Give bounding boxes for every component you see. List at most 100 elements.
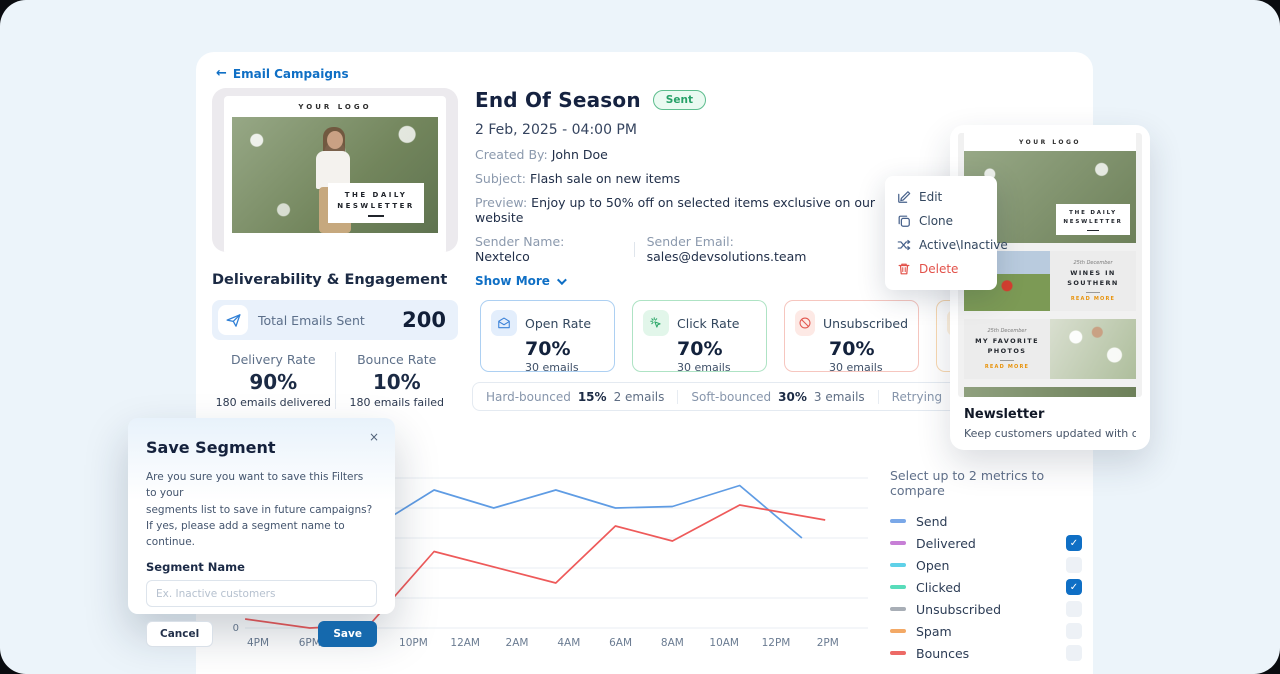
legend-item-clicked: Clicked ✓ [890,576,1082,598]
legend-item-delivered: Delivered ✓ [890,532,1082,554]
stat-soft-bounced: Soft-bounced 30% 3 emails [677,390,877,404]
cancel-button[interactable]: Cancel [146,621,213,647]
sender-name: Sender Name: Nextelco [475,234,622,264]
total-emails-sent-card: Total Emails Sent 200 [212,300,458,340]
legend-label: Open [916,558,1056,573]
campaign-datetime: 2 Feb, 2025 - 04:00 PM [475,122,895,138]
total-emails-label: Total Emails Sent [258,313,392,328]
paper-plane-icon [218,305,248,335]
blocked-icon [795,310,815,336]
legend-label: Delivered [916,536,1056,551]
clone-icon [897,214,911,228]
shuffle-icon [897,238,911,252]
read-more-link[interactable]: READ MORE [985,364,1029,370]
metric-checkbox-delivered[interactable]: ✓ [1066,535,1082,551]
segment-name-label: Segment Name [146,560,377,574]
legend-label: Bounces [916,646,1056,661]
bounce-rate: Bounce Rate 10% 180 emails failed [335,352,459,409]
sender-email: Sender Email: sales@devsolutions.team [647,234,895,264]
newsletter-logo-text: YOUR LOGO [964,133,1136,151]
delivery-bounce-row: Delivery Rate 90% 180 emails delivered B… [212,352,458,409]
svg-text:12PM: 12PM [762,637,791,649]
legend-item-send: Send [890,510,1082,532]
read-more-link[interactable]: READ MORE [1071,296,1115,302]
left-arrow-icon: ← [216,66,227,81]
stat-hard-bounced: Hard-bounced 15% 2 emails [473,390,677,404]
template-name: Newsletter [964,407,1136,422]
legend-label: Spam [916,624,1056,639]
subject-row: Subject: Flash sale on new items [475,171,895,186]
back-link-label: Email Campaigns [233,67,349,81]
click-icon [643,310,669,336]
svg-text:2AM: 2AM [506,637,529,649]
legend-swatch [890,607,906,611]
trash-icon [897,262,911,276]
modal-body-text: Are you sure you want to save this Filte… [146,469,377,550]
save-button[interactable]: Save [318,621,377,647]
svg-text:2PM: 2PM [817,637,839,649]
article-photo-partial [964,387,1136,397]
legend-swatch [890,629,906,633]
metric-checkbox-clicked[interactable]: ✓ [1066,579,1082,595]
bounce-breakdown-bar: Hard-bounced 15% 2 emails Soft-bounced 3… [472,382,970,411]
legend-item-unsubscribed: Unsubscribed [890,598,1082,620]
legend-swatch [890,585,906,589]
legend-item-spam: Spam [890,620,1082,642]
metric-checkbox-unsubscribed[interactable] [1066,601,1082,617]
menu-item-clone[interactable]: Clone [885,209,997,233]
svg-text:8AM: 8AM [661,637,684,649]
newsletter-logo-text: YOUR LOGO [224,96,446,117]
campaign-details: End Of Season Sent 2 Feb, 2025 - 04:00 P… [475,88,895,288]
menu-item-active-inactive[interactable]: Active\Inactive [885,233,997,257]
show-more-button[interactable]: Show More [475,274,895,288]
newsletter-article-photos: 25th December MY FAVORITEPHOTOS READ MOR… [964,319,1136,379]
open-rate-card: Open Rate 70% 30 emails [480,300,615,372]
section-heading-deliverability: Deliverability & Engagement [212,272,447,288]
newsletter-title-banner: THE DAILY NESWLETTER [1056,204,1130,235]
newsletter-title-banner: THE DAILY NESWLETTER [328,183,424,223]
metric-compare-panel: Select up to 2 metrics to compare Send De… [890,468,1082,664]
legend-title: Select up to 2 metrics to compare [890,468,1082,498]
newsletter-preview: YOUR LOGO THE DAILY NESWLETTER [224,96,446,252]
metric-checkbox-bounces[interactable] [1066,645,1082,661]
delivery-rate: Delivery Rate 90% 180 emails delivered [212,352,335,409]
legend-label: Unsubscribed [916,602,1056,617]
save-segment-modal: Save Segment × Are you sure you want to … [128,418,395,614]
article-photo [1050,319,1136,379]
template-description: Keep customers updated with our dail... [964,427,1136,440]
close-icon[interactable]: × [369,430,379,444]
click-rate-card: Click Rate 70% 30 emails [632,300,767,372]
sender-row: Sender Name: Nextelco Sender Email: sale… [475,234,895,264]
envelope-open-icon [491,310,517,336]
legend-label: Send [916,514,1056,529]
menu-item-edit[interactable]: Edit [885,185,997,209]
newsletter-card-footer: Newsletter Keep customers updated with o… [958,397,1142,440]
svg-text:4AM: 4AM [557,637,580,649]
metric-checkbox-open[interactable] [1066,557,1082,573]
preview-text-row: Preview: Enjoy up to 50% off on selected… [475,195,895,225]
unsubscribed-card: Unsubscribed 70% 30 emails [784,300,919,372]
legend-label: Clicked [916,580,1056,595]
svg-text:10AM: 10AM [709,637,739,649]
campaign-template-thumbnail[interactable]: YOUR LOGO THE DAILY NESWLETTER [212,88,458,252]
legend-swatch [890,651,906,655]
svg-text:12AM: 12AM [450,637,480,649]
legend-swatch [890,519,906,523]
divider [634,242,635,257]
legend-swatch [890,541,906,545]
legend-swatch [890,563,906,567]
menu-item-delete[interactable]: Delete [885,257,997,281]
legend-item-bounces: Bounces [890,642,1082,664]
page-title: End Of Season [475,88,641,112]
chevron-down-icon [557,275,567,285]
modal-title: Save Segment [146,438,377,457]
total-emails-value: 200 [402,308,446,332]
svg-text:10PM: 10PM [399,637,428,649]
segment-name-input[interactable] [146,580,377,607]
app-background: ← Email Campaigns YOUR LOGO THE DAILY NE… [0,0,1280,674]
created-by-row: Created By: John Doe [475,147,895,162]
legend-item-open: Open [890,554,1082,576]
campaign-actions-menu: Edit Clone Active\Inactive Delete [885,176,997,290]
back-to-email-campaigns-link[interactable]: ← Email Campaigns [216,66,349,81]
metric-checkbox-spam[interactable] [1066,623,1082,639]
